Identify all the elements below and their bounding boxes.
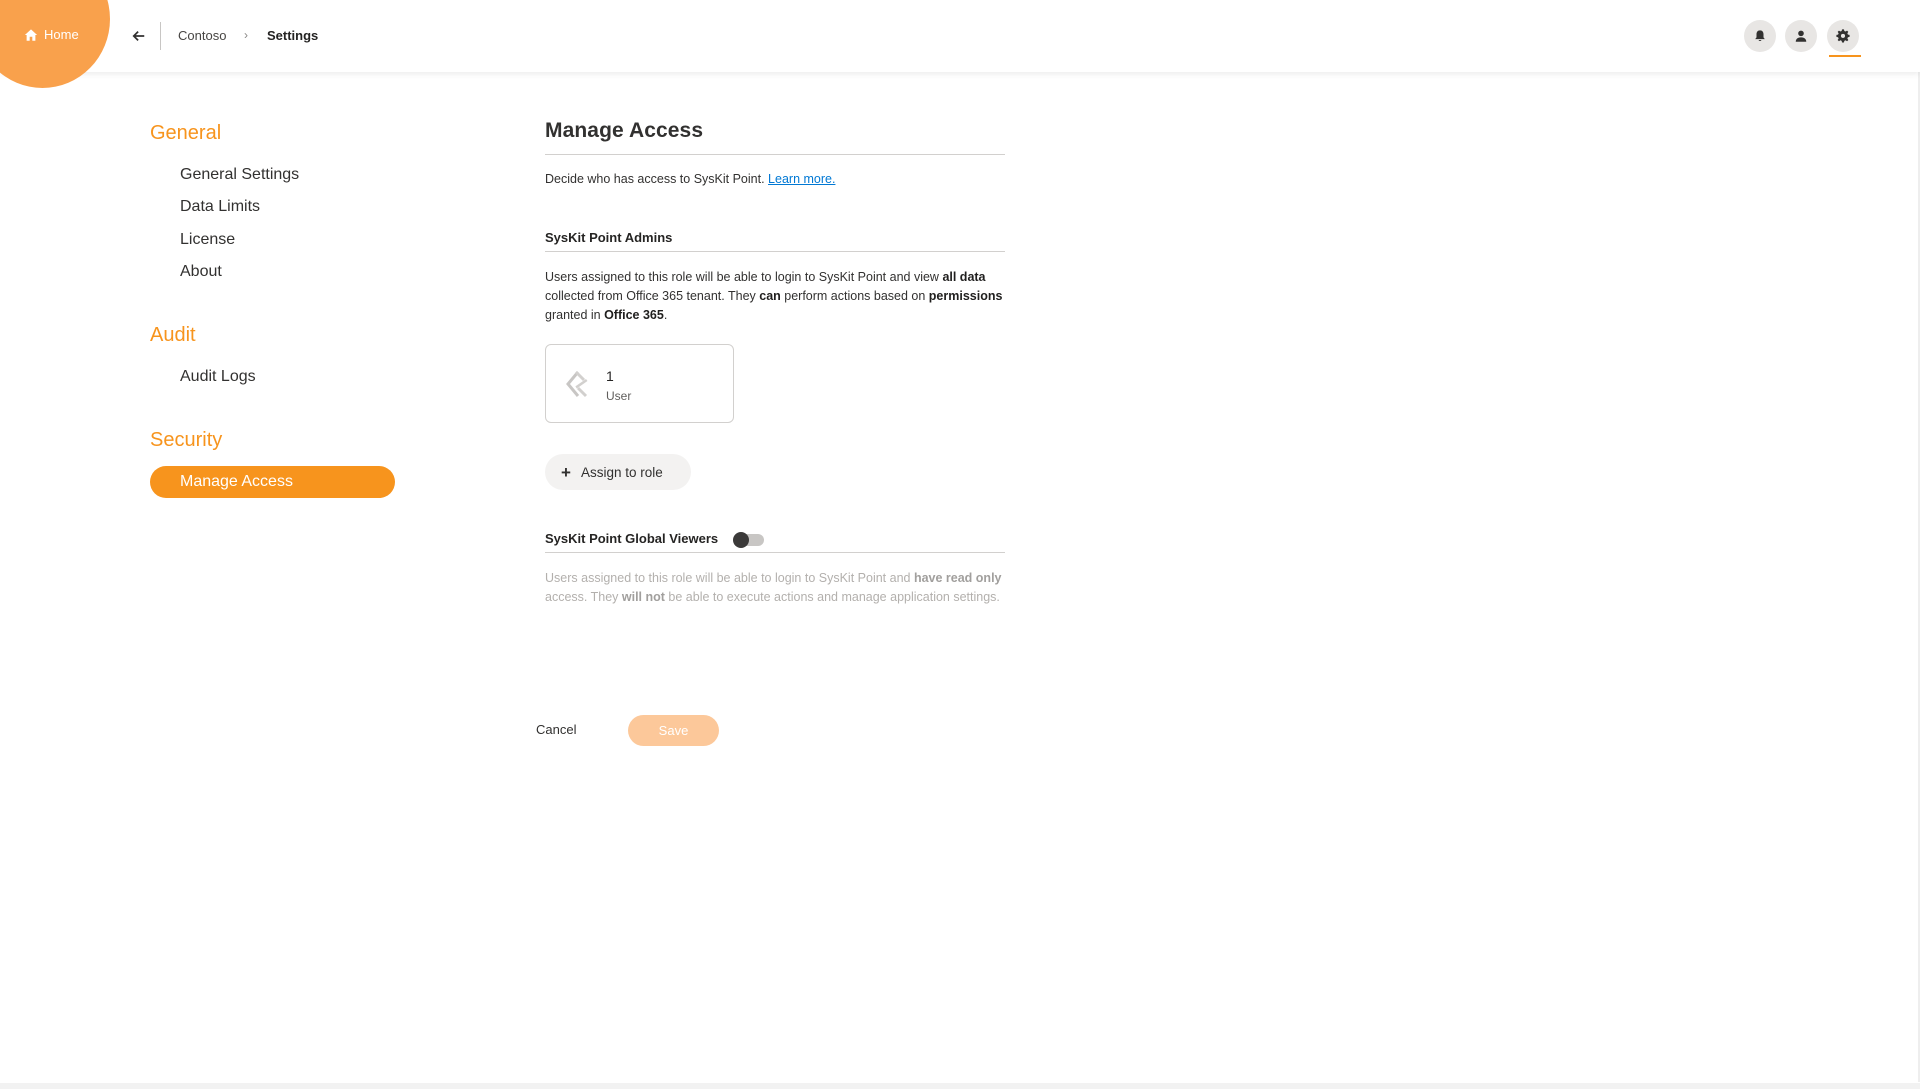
breadcrumb-contoso[interactable]: Contoso [178,28,226,43]
active-settings-indicator [1829,55,1861,57]
admins-divider [545,251,1005,252]
page-description: Decide who has access to SysKit Point. L… [545,172,835,186]
viewers-divider [545,552,1005,553]
sidebar-item-data-limits[interactable]: Data Limits [180,198,260,216]
sidebar-heading-security: Security [150,429,223,451]
page-title: Manage Access [545,119,704,142]
user-account-button[interactable] [1785,20,1817,52]
page-bottom-edge [0,1083,1920,1089]
back-button[interactable] [128,25,150,47]
syskit-logo-icon [566,370,588,398]
assign-to-role-label: Assign to role [580,464,663,480]
home-link[interactable]: Home [24,27,79,42]
sidebar-item-license[interactable]: License [180,231,235,249]
sidebar-item-manage-access[interactable]: Manage Access [150,466,395,498]
admins-user-card[interactable]: 1 User [545,344,734,423]
assign-to-role-button[interactable]: + Assign to role [545,454,691,490]
home-icon [24,28,38,41]
bell-icon [1755,30,1765,41]
sidebar-item-audit-logs[interactable]: Audit Logs [180,368,256,386]
cancel-button[interactable]: Cancel [536,722,576,737]
sidebar-heading-general: General [150,122,222,144]
notifications-button[interactable] [1744,20,1776,52]
breadcrumb-separator: › [244,28,248,42]
sidebar-heading-audit: Audit [150,324,196,346]
home-blob[interactable] [0,0,110,88]
breadcrumb-settings: Settings [267,28,319,43]
admins-section-title: SysKit Point Admins [545,230,673,245]
back-arrow-icon [132,31,145,41]
global-viewers-toggle[interactable] [733,532,764,548]
viewers-description: Users assigned to this role will be able… [545,571,1002,604]
header-divider [160,22,161,50]
settings-button[interactable] [1827,20,1859,52]
title-divider [545,154,1005,155]
save-button[interactable]: Save [628,715,719,746]
admins-user-label: User [606,389,632,403]
toggle-knob [733,532,749,548]
learn-more-link[interactable]: Learn more. [768,172,835,186]
sidebar-item-about[interactable]: About [180,263,222,281]
home-label: Home [44,27,79,42]
user-icon [1795,30,1807,42]
description-text: Decide who has access to SysKit Point. [545,172,765,186]
plus-icon: + [561,462,571,482]
sidebar-item-general-settings[interactable]: General Settings [180,166,299,184]
gear-icon [1836,29,1850,43]
admins-description: Users assigned to this role will be able… [545,270,1003,322]
admins-user-count: 1 [606,368,614,384]
viewers-section-title: SysKit Point Global Viewers [545,531,719,546]
